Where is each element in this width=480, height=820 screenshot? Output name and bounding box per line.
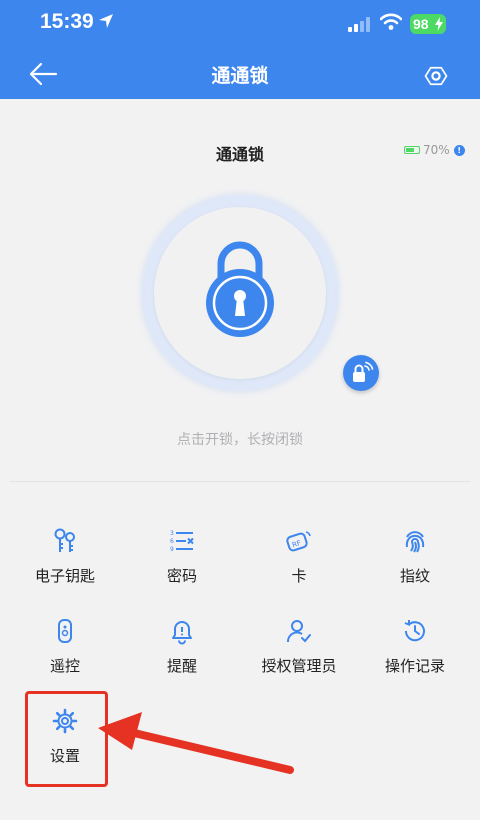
- status-bar-time: 15:39: [40, 10, 114, 34]
- feature-label: 授权管理员: [261, 657, 337, 675]
- nfc-unlock-button[interactable]: [343, 355, 379, 391]
- ekey-icon: [54, 528, 75, 552]
- svg-text:3: 3: [170, 530, 174, 537]
- settings-hex-icon[interactable]: [420, 60, 452, 92]
- battery-percent: 98: [413, 16, 429, 32]
- feature-remote[interactable]: 遥控: [5, 617, 125, 697]
- svg-text:6: 6: [170, 538, 174, 545]
- remote-icon: [58, 619, 72, 643]
- section-divider: [10, 481, 470, 482]
- feature-label: 电子钥匙: [34, 567, 95, 585]
- feature-label: 遥控: [49, 657, 80, 675]
- feature-label: 卡: [291, 567, 307, 585]
- lock-battery-icon: [404, 146, 420, 154]
- location-arrow-icon: [98, 14, 113, 28]
- feature-fingerprint[interactable]: 指纹: [355, 527, 475, 607]
- feature-ekey[interactable]: 电子钥匙: [5, 527, 125, 607]
- nfc-lock-icon: [353, 361, 374, 382]
- battery-indicator: 98: [410, 14, 446, 34]
- feature-label: 指纹: [399, 567, 430, 585]
- card-icon: RF: [286, 531, 311, 552]
- feature-passcode[interactable]: 3 6 9 密码: [122, 527, 242, 607]
- svg-text:9: 9: [170, 546, 174, 553]
- charging-bolt-icon: [435, 17, 443, 31]
- feature-label: 密码: [166, 567, 197, 585]
- lock-battery-status[interactable]: 70% !: [404, 143, 465, 157]
- feature-label: 操作记录: [384, 657, 445, 675]
- feature-admin[interactable]: 授权管理员: [239, 617, 359, 697]
- page-title: 通通锁: [211, 65, 269, 87]
- lock-battery-level: 70%: [423, 143, 450, 157]
- feature-history[interactable]: 操作记录: [355, 617, 475, 697]
- annotation-arrow: [98, 712, 294, 774]
- unlock-hint: 点击开锁，长按闭锁: [177, 432, 303, 448]
- wifi-icon: [380, 13, 402, 30]
- fingerprint-icon: [405, 531, 425, 553]
- status-time-text: 15:39: [40, 10, 94, 33]
- info-icon: !: [453, 144, 465, 156]
- feature-card[interactable]: RF 卡: [239, 527, 359, 607]
- cellular-signal-icon: [348, 16, 372, 32]
- app-header: 15:39 98 通通锁: [0, 0, 480, 99]
- feature-label: 提醒: [166, 657, 197, 675]
- admin-icon: [287, 620, 311, 643]
- history-icon: [404, 620, 425, 642]
- feature-reminder[interactable]: 提醒: [122, 617, 242, 697]
- padlock-icon: [206, 241, 274, 337]
- bell-icon: [172, 621, 192, 645]
- passcode-icon: 3 6 9: [170, 530, 194, 553]
